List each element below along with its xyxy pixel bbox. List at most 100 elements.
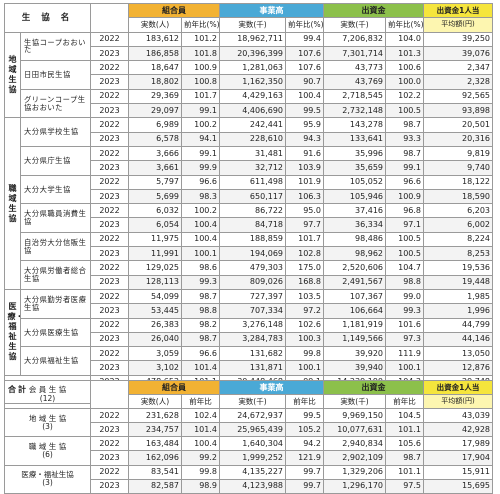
revenue-ratio: 95.0 xyxy=(285,203,325,219)
capital-ratio: 101.6 xyxy=(385,317,425,333)
revenue-amount: 1,281,063 xyxy=(219,60,287,76)
revenue-amount: 4,406,690 xyxy=(219,103,287,119)
members-count: 11,975 xyxy=(128,231,183,248)
table-row: グリーンコープ生協おおいた 2022 29,369 101.7 4,429,163 100… xyxy=(5,88,494,119)
per-capita-amount: 2,347 xyxy=(423,60,494,76)
capital-ratio: 104.7 xyxy=(385,260,425,276)
per-capita-amount: 17,989 xyxy=(423,436,493,452)
members-ratio: 98.8 xyxy=(181,303,221,319)
year-cell: 2022 xyxy=(90,60,130,76)
cooperative-name: 大分県福祉生協 xyxy=(19,346,92,376)
capital-amount: 1,149,566 xyxy=(323,331,387,348)
capital-amount: 2,940,834 xyxy=(323,436,386,452)
per-capita-amount: 8,253 xyxy=(423,246,494,262)
category-label: 職域生協 xyxy=(4,117,21,290)
per-capita-amount: 17,904 xyxy=(423,450,493,466)
members-count: 231,628 xyxy=(128,408,182,424)
year-cell: 2022 xyxy=(90,203,130,219)
members-count: 3,102 xyxy=(128,360,183,376)
capital-ratio: 99.0 xyxy=(385,288,425,305)
members-count: 3,661 xyxy=(128,160,183,176)
table-row: 自治労大分信販生協 2022 11,975 100.4 188,859 101.7 98,4… xyxy=(5,231,494,262)
revenue-ratio: 99.7 xyxy=(285,464,324,480)
capital-amount: 37,416 xyxy=(323,203,387,219)
year-cell: 2022 xyxy=(90,260,130,276)
summary-capital-sub: 実数(千) xyxy=(323,394,386,410)
summary-row: 職 域 生 協 (6) 2022 163,484 100.4 1,640,304 94.2 2… xyxy=(4,436,493,466)
revenue-ratio: 105.2 xyxy=(285,422,324,438)
year-cell: 2023 xyxy=(90,217,130,233)
members-count: 6,989 xyxy=(128,117,183,133)
revenue-ratio: 99.7 xyxy=(285,478,324,494)
cooperative-name: 大分県労働者総合生協 xyxy=(19,260,92,290)
members-ratio: 100.2 xyxy=(181,203,221,219)
capital-ratio: 100.0 xyxy=(385,74,425,90)
members-ratio: 101.4 xyxy=(181,422,220,438)
cooperative-table: 生 協 名 組合員 事業高 出資金 出資金1人当 実数(人) 前年比(%) 実数… xyxy=(3,2,494,405)
revenue-amount: 1,999,252 xyxy=(219,450,286,466)
revenue-ratio: 90.7 xyxy=(285,74,325,90)
revenue-amount: 228,610 xyxy=(219,131,287,147)
year-cell: 2022 xyxy=(90,174,130,190)
year-cell: 2023 xyxy=(90,246,130,262)
year-cell: 2023 xyxy=(90,331,130,348)
revenue-amount: 188,859 xyxy=(219,231,287,248)
members-ratio: 98.7 xyxy=(181,331,221,348)
capital-ratio: 100.5 xyxy=(385,103,425,119)
revenue-amount: 18,962,711 xyxy=(219,31,287,47)
revenue-amount: 20,396,399 xyxy=(219,45,287,62)
year-cell: 2023 xyxy=(90,103,130,119)
category-label: 地域生協 xyxy=(4,31,21,119)
members-ratio: 100.8 xyxy=(181,74,221,90)
members-count: 5,699 xyxy=(128,188,183,205)
members-count: 18,802 xyxy=(128,74,183,90)
table-row: 大分県庁生協 2022 3,666 99.1 31,481 91.6 35,996 98.7 9… xyxy=(5,145,494,176)
capital-amount: 9,969,150 xyxy=(323,408,386,424)
per-capita-sub-header: 平均額(円) xyxy=(423,17,494,33)
per-capita-amount: 20,316 xyxy=(423,131,494,147)
members-count: 29,369 xyxy=(128,88,183,105)
capital-amount: 43,769 xyxy=(323,74,387,90)
year-cell: 2022 xyxy=(90,117,130,133)
table-row: 日田市民生協 2022 18,647 100.9 1,281,063 107.6 43,77… xyxy=(5,60,494,90)
members-count: 234,757 xyxy=(128,422,182,438)
per-capita-amount: 15,695 xyxy=(423,478,493,494)
per-capita-amount: 8,224 xyxy=(423,231,494,248)
year-cell: 2022 xyxy=(90,436,129,452)
revenue-ratio: 94.2 xyxy=(285,436,324,452)
year-cell: 2022 xyxy=(90,31,130,47)
per-capita-amount: 19,448 xyxy=(423,274,494,290)
capital-ratio: 99.3 xyxy=(385,303,425,319)
revenue-ratio: 99.8 xyxy=(285,346,325,362)
per-capita-amount: 9,740 xyxy=(423,160,494,176)
members-count: 6,054 xyxy=(128,217,183,233)
revenue-amount: 25,965,439 xyxy=(219,422,286,438)
members-count: 83,541 xyxy=(128,464,182,480)
members-ratio: 98.2 xyxy=(181,317,221,333)
capital-amount: 105,052 xyxy=(323,174,387,190)
capital-ratio: 104.5 xyxy=(385,408,424,424)
members-ratio: 98.7 xyxy=(181,288,221,305)
summary-group-label: 地 域 生 協 (3) xyxy=(4,408,91,438)
capital-ratio: 99.1 xyxy=(385,160,425,176)
year-cell: 2022 xyxy=(90,346,130,362)
capital-ratio: 105.6 xyxy=(385,436,424,452)
capital-amount: 43,773 xyxy=(323,60,387,76)
members-ratio: 101.2 xyxy=(181,31,221,47)
table-row: 職域生協 大分県学校生協 2022 6,989 100.2 242,441 95.9 143,… xyxy=(4,117,494,290)
category-label: 医療・福祉生協 xyxy=(4,288,21,376)
members-count: 6,032 xyxy=(128,203,183,219)
revenue-ratio: 95.9 xyxy=(285,117,325,133)
cooperative-name: 大分県勤労者医療生協 xyxy=(19,288,92,319)
revenue-header: 事業高 xyxy=(219,2,325,19)
summary-per-capita-header: 出資金1人当 xyxy=(423,379,493,396)
members-count: 82,587 xyxy=(128,478,182,494)
year-cell: 2022 xyxy=(90,464,129,480)
summary-revenue-ratio: 前年比 xyxy=(285,394,324,410)
members-count: 186,858 xyxy=(128,45,183,62)
year-cell: 2022 xyxy=(90,88,130,105)
per-capita-amount: 39,250 xyxy=(423,31,494,47)
year-cell: 2022 xyxy=(90,317,130,333)
members-ratio: 99.2 xyxy=(181,450,220,466)
capital-ratio: 93.3 xyxy=(385,131,425,147)
